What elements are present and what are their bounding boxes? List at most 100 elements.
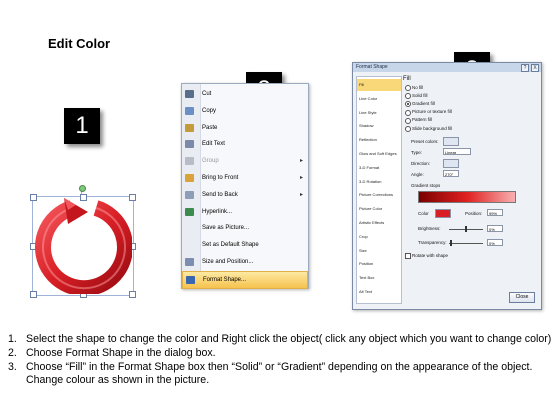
menu-item-3[interactable]: Edit Text: [182, 136, 308, 152]
fill-option-radio[interactable]: [405, 101, 411, 108]
size-position-icon: [185, 258, 194, 266]
instruction-step: 1. Select the shape to change the color a…: [8, 333, 556, 346]
menu-item-4: Group ▸: [182, 153, 308, 169]
instruction-step: 3. Choose “Fill” in the Format Shape box …: [8, 361, 556, 387]
fill-option-label: Slide background fill: [412, 125, 453, 131]
menu-item-9[interactable]: Set as Default Shape: [182, 237, 308, 253]
menu-item-0[interactable]: Cut: [182, 86, 308, 102]
menu-item-label: Group: [202, 158, 219, 165]
category-list: Fill Line Color Line Style Shadow Reflection…: [356, 76, 402, 304]
angle-label: Angle:: [411, 172, 424, 177]
edit-text-icon: [185, 140, 194, 149]
transparency-thumb[interactable]: [450, 240, 452, 246]
brightness-field[interactable]: 0%: [487, 225, 503, 232]
transparency-label: Transparency:: [418, 240, 447, 245]
category-item[interactable]: Line Color: [357, 93, 401, 105]
category-item[interactable]: Picture Color: [357, 203, 401, 215]
menu-item-7[interactable]: Hyperlink...: [182, 204, 308, 220]
submenu-arrow-icon: ▸: [299, 158, 303, 165]
scissors-icon: [185, 90, 194, 98]
menu-item-label: Bring to Front: [202, 175, 239, 181]
bring-front-icon: [185, 174, 194, 182]
step-number: 2.: [8, 347, 17, 359]
stop-color-button[interactable]: [435, 209, 451, 218]
category-item[interactable]: Position: [357, 258, 401, 270]
transparency-slider[interactable]: [449, 243, 483, 244]
fill-option-radio[interactable]: [405, 85, 411, 91]
rotate-with-shape-label: Rotate with shape: [412, 253, 449, 258]
category-item[interactable]: Glow and Soft Edges: [357, 148, 401, 160]
type-label: Type:: [411, 150, 423, 155]
menu-item-2[interactable]: Paste: [182, 120, 308, 136]
instruction-step: 2. Choose Format Shape in the dialog box.: [8, 347, 556, 360]
fill-option-radio[interactable]: [405, 109, 411, 116]
fill-option-radio[interactable]: [405, 117, 411, 124]
category-item[interactable]: Size: [357, 245, 401, 257]
transparency-field[interactable]: 0%: [487, 239, 503, 246]
rotate-with-shape-checkbox[interactable]: [405, 253, 411, 259]
brightness-thumb[interactable]: [465, 226, 467, 232]
format-shape-icon: [186, 275, 195, 284]
help-button[interactable]: ?: [521, 64, 529, 72]
submenu-arrow-icon: ▸: [299, 175, 303, 181]
menu-item-1[interactable]: Copy: [182, 103, 308, 119]
menu-item-label: Edit Text: [202, 141, 225, 148]
category-item[interactable]: Fill: [357, 79, 401, 91]
category-item[interactable]: 3-D Rotation: [357, 176, 401, 188]
fill-option-label: Picture or texture fill: [412, 109, 452, 115]
menu-item-10[interactable]: Size and Position...: [182, 254, 308, 270]
category-item[interactable]: Picture Corrections: [357, 189, 401, 201]
close-button[interactable]: Close: [509, 292, 535, 303]
format-shape-dialog: Format Shape ? X Fill Line Color Line Styl…: [352, 62, 542, 310]
fill-option-label: No fill: [412, 84, 424, 90]
fill-pane: Fill No fill Solid fill Gradient fill Pictu…: [403, 76, 537, 288]
context-menu: Cut Copy Paste Edit Text Group ▸ Bring to Fron…: [181, 83, 309, 289]
category-item[interactable]: Shadow: [357, 120, 401, 132]
step-text: Choose Format Shape in the dialog box.: [26, 347, 216, 359]
instructions-list: 1. Select the shape to change the color a…: [8, 333, 556, 388]
menu-item-5[interactable]: Bring to Front ▸: [182, 170, 308, 186]
preset-colors-label: Preset colors:: [411, 139, 439, 144]
gradient-stops-bar[interactable]: [418, 191, 516, 203]
category-item[interactable]: Line Style: [357, 107, 401, 119]
circular-arrow-shape[interactable]: [34, 198, 132, 294]
brightness-label: Brightness:: [418, 226, 441, 231]
menu-item-label: Set as Default Shape: [202, 242, 259, 249]
fill-option-radio[interactable]: [405, 93, 411, 100]
menu-item-label: Size and Position...: [202, 259, 254, 265]
menu-item-label: Paste: [202, 124, 218, 131]
fill-option-label: Solid fill: [412, 92, 428, 98]
type-select[interactable]: Linear: [443, 148, 471, 155]
rotation-handle[interactable]: [79, 185, 86, 192]
menu-item-label: Hyperlink...: [202, 208, 233, 215]
hyperlink-icon: [185, 207, 194, 216]
menu-item-6[interactable]: Send to Back ▸: [182, 187, 308, 203]
category-item[interactable]: Alt Text: [357, 286, 401, 298]
angle-field[interactable]: 270°: [443, 170, 459, 177]
fill-option-label: Pattern fill: [412, 117, 433, 123]
fill-option-radio[interactable]: [405, 126, 411, 132]
category-item[interactable]: Text Box: [357, 272, 401, 284]
menu-item-label: Format Shape...: [203, 276, 247, 283]
fill-option-label: Gradient fill: [412, 100, 435, 106]
paste-icon: [185, 123, 194, 132]
category-item[interactable]: Reflection: [357, 134, 401, 146]
section-title: Fill: [403, 76, 411, 82]
menu-item-11[interactable]: Format Shape...: [182, 270, 308, 289]
menu-item-label: Send to Back: [202, 191, 238, 198]
category-item[interactable]: 3-D Format: [357, 162, 401, 174]
menu-item-label: Cut: [202, 91, 212, 97]
menu-item-label: Copy: [202, 107, 217, 114]
send-back-icon: [185, 190, 194, 199]
direction-button[interactable]: [443, 159, 459, 168]
close-x-button[interactable]: X: [531, 64, 539, 72]
category-item[interactable]: Artistic Effects: [357, 217, 401, 229]
step-badge-1: 1: [64, 108, 100, 144]
dialog-titlebar[interactable]: Format Shape ? X: [353, 63, 541, 72]
preset-colors-button[interactable]: [443, 137, 459, 146]
category-item[interactable]: Crop: [357, 231, 401, 243]
page-title: Edit Color: [48, 36, 111, 51]
direction-label: Direction:: [411, 161, 431, 166]
menu-item-8[interactable]: Save as Picture...: [182, 220, 308, 236]
position-field[interactable]: 99%: [487, 209, 503, 216]
